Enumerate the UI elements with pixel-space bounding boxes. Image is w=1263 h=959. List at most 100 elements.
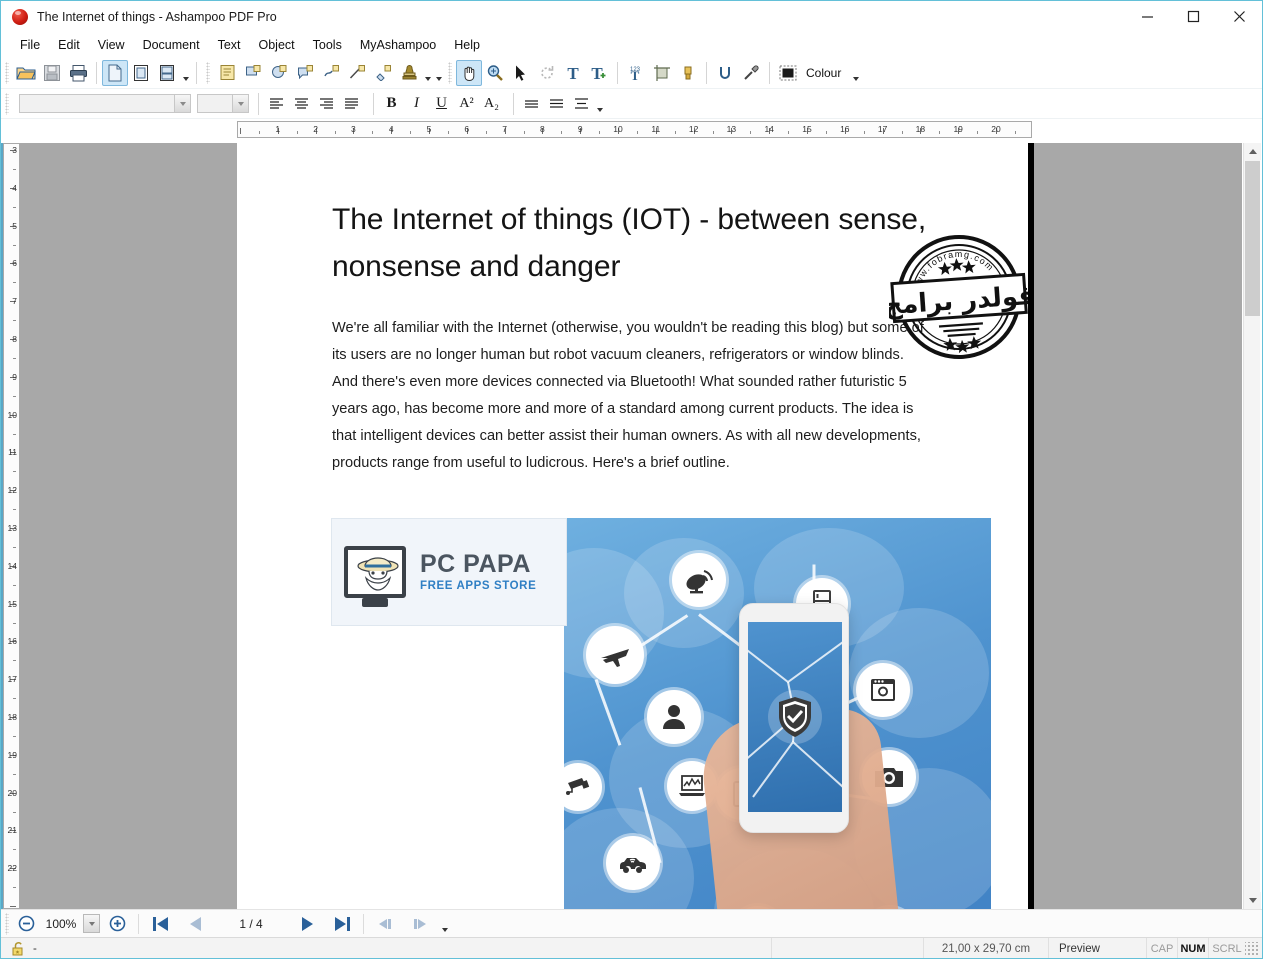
open-folder-icon[interactable]: [13, 60, 39, 86]
previous-page-icon[interactable]: [182, 912, 208, 936]
zoom-in-icon[interactable]: [104, 912, 130, 936]
round-stamp-icon[interactable]: [266, 60, 292, 86]
navbar-grip[interactable]: [5, 912, 9, 935]
menu-item-tools[interactable]: Tools: [304, 35, 351, 55]
menu-item-document[interactable]: Document: [134, 35, 209, 55]
toolbar-grip[interactable]: [5, 92, 9, 115]
close-button[interactable]: [1216, 1, 1262, 32]
rotate-icon[interactable]: [534, 60, 560, 86]
last-page-icon[interactable]: [329, 912, 355, 936]
colour-dropdown-icon[interactable]: [850, 60, 861, 86]
snap-magnet-icon[interactable]: [712, 60, 738, 86]
align-justify-icon[interactable]: [339, 92, 364, 116]
scroll-up-icon[interactable]: [1244, 143, 1261, 160]
ruler-label: 14: [7, 560, 17, 571]
redact-icon[interactable]: [675, 60, 701, 86]
font-size-combo[interactable]: [197, 94, 249, 113]
line-spacing-tight-icon[interactable]: [519, 92, 544, 116]
align-center-icon[interactable]: [289, 92, 314, 116]
eyedropper-icon[interactable]: [738, 60, 764, 86]
minimize-button[interactable]: [1124, 1, 1170, 32]
scrollbar-thumb[interactable]: [1245, 161, 1260, 316]
toolbar-overflow-icon[interactable]: [439, 911, 450, 937]
first-page-icon[interactable]: [147, 912, 173, 936]
zoom-out-icon[interactable]: [13, 912, 39, 936]
sticky-note-icon[interactable]: [214, 60, 240, 86]
maximize-button[interactable]: [1170, 1, 1216, 32]
previous-view-icon[interactable]: [372, 912, 398, 936]
menu-item-help[interactable]: Help: [445, 35, 489, 55]
annotation-overflow-icon[interactable]: [433, 60, 444, 86]
status-spacer-1: [47, 937, 772, 958]
vertical-scrollbar[interactable]: [1243, 143, 1261, 909]
ruler-label: 15: [7, 598, 17, 609]
zoom-level-value[interactable]: 100%: [39, 917, 83, 931]
ruler-label: 20: [7, 787, 17, 798]
phone-screen: [748, 622, 842, 812]
line-spacing-normal-icon[interactable]: [544, 92, 569, 116]
bold-icon[interactable]: B: [379, 92, 404, 116]
ruler-label: 5: [12, 220, 17, 231]
text-box-icon[interactable]: [240, 60, 266, 86]
horizontal-ruler-area: 1 2 3 4 5 6 7 8 9 10 11 12 13 14 15 16 17 18 19 20: [1, 119, 1262, 141]
next-view-icon[interactable]: [407, 912, 433, 936]
scroll-down-icon[interactable]: [1244, 892, 1261, 909]
printer-icon[interactable]: [65, 60, 91, 86]
next-page-icon[interactable]: [294, 912, 320, 936]
hand-tool-icon[interactable]: [456, 59, 482, 86]
ruler-label: 2: [313, 124, 318, 134]
menu-item-edit[interactable]: Edit: [49, 35, 89, 55]
menu-item-object[interactable]: Object: [250, 35, 304, 55]
single-page-icon[interactable]: [102, 59, 128, 86]
subscript-icon[interactable]: A₂: [479, 92, 504, 116]
status-spacer-2: [772, 937, 924, 958]
line-spacing-wide-icon[interactable]: [569, 92, 594, 116]
annotation-dropdown-icon[interactable]: [422, 60, 433, 86]
ruler-label: 11: [651, 124, 661, 134]
toolbar-grip[interactable]: [206, 61, 210, 84]
align-right-icon[interactable]: [314, 92, 339, 116]
font-name-dropdown-icon[interactable]: [174, 95, 190, 112]
view-mode-status[interactable]: Preview: [1049, 937, 1147, 958]
line-annot-icon[interactable]: [344, 60, 370, 86]
toolbar-grip[interactable]: [5, 61, 9, 84]
format-overflow-icon[interactable]: [594, 91, 605, 117]
page-indicator[interactable]: 1 / 4: [218, 917, 284, 931]
menu-item-file[interactable]: File: [11, 35, 49, 55]
document-canvas[interactable]: The Internet of things (IOT) - between s…: [20, 143, 1242, 909]
magnifier-icon[interactable]: [482, 60, 508, 86]
colour-swatch-icon[interactable]: [775, 60, 801, 86]
resize-grip-icon[interactable]: [1245, 942, 1259, 956]
menu-item-view[interactable]: View: [89, 35, 134, 55]
add-text-icon[interactable]: T: [586, 60, 612, 86]
superscript-icon[interactable]: A²: [454, 92, 479, 116]
callout-icon[interactable]: [292, 60, 318, 86]
continuous-page-icon[interactable]: [154, 60, 180, 86]
underline-icon[interactable]: U: [429, 92, 454, 116]
align-left-icon[interactable]: [264, 92, 289, 116]
menu-item-text[interactable]: Text: [209, 35, 250, 55]
toolbar-grip[interactable]: [448, 61, 452, 84]
rubber-stamp-icon[interactable]: [396, 60, 422, 86]
ruler-tick: [447, 131, 449, 134]
ruler-label: 14: [764, 124, 774, 134]
pencil-annot-icon[interactable]: [318, 60, 344, 86]
font-size-dropdown-icon[interactable]: [232, 95, 248, 112]
edit-text-icon[interactable]: T: [560, 60, 586, 86]
connected-car-icon: [606, 836, 660, 890]
horizontal-ruler[interactable]: 1 2 3 4 5 6 7 8 9 10 11 12 13 14 15 16 17 18 19 20: [237, 121, 1032, 138]
font-name-combo[interactable]: [19, 94, 191, 113]
save-disk-icon[interactable]: [39, 60, 65, 86]
vertical-ruler[interactable]: 3 4 5 6 7 8 9 10 11 12 13 14 15 16 17 18 19 20 21 22: [3, 143, 20, 909]
ocr-text-icon[interactable]: 123 T: [623, 60, 649, 86]
arrow-select-icon[interactable]: [508, 60, 534, 86]
italic-icon[interactable]: I: [404, 92, 429, 116]
highlighter-icon[interactable]: [370, 60, 396, 86]
facing-page-icon[interactable]: [128, 60, 154, 86]
crop-icon[interactable]: [649, 60, 675, 86]
unlocked-padlock-icon[interactable]: [11, 941, 27, 957]
zoom-dropdown-icon[interactable]: [83, 914, 100, 933]
pdf-page[interactable]: The Internet of things (IOT) - between s…: [237, 143, 1036, 909]
page-view-dropdown-icon[interactable]: [180, 60, 191, 86]
menu-item-myashampoo[interactable]: MyAshampoo: [351, 35, 445, 55]
